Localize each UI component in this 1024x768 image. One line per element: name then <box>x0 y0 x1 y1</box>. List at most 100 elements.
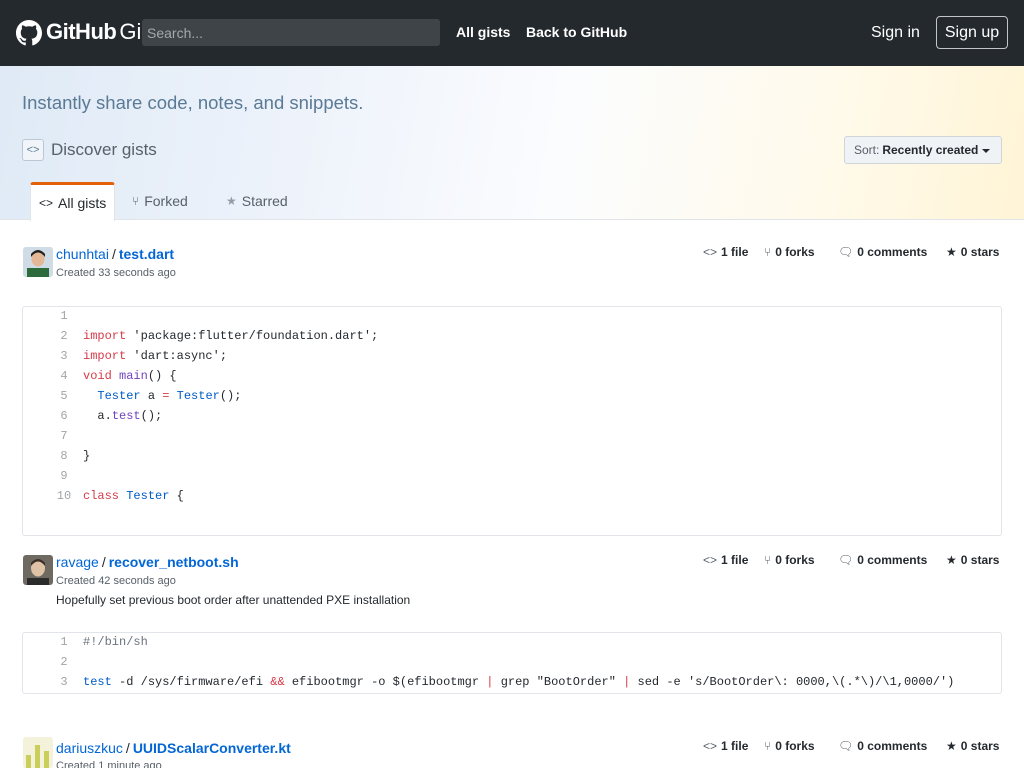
gist-created-time: Created 42 seconds ago <box>56 575 176 587</box>
code-line: a.test(); <box>83 409 163 423</box>
logo-github-text: GitHub <box>46 19 117 44</box>
octocat-icon <box>16 20 42 46</box>
comment-icon: 🗨 <box>838 553 854 567</box>
code-line: } <box>83 449 91 463</box>
files-count: 1 file <box>721 739 749 753</box>
comments-count: 0 comments <box>857 739 928 753</box>
files-count-link[interactable]: <> 1 file <box>703 245 748 259</box>
tagline: Instantly share code, notes, and snippet… <box>22 92 364 113</box>
stars-count: 0 stars <box>960 553 1000 567</box>
line-number: 6 <box>60 409 68 423</box>
fork-icon: ⑂ <box>764 739 772 753</box>
stars-count: 0 stars <box>960 739 1000 753</box>
comment-icon: 🗨 <box>838 739 854 753</box>
code-line: void main() { <box>83 369 177 383</box>
tab-starred[interactable]: ★ Starred <box>218 182 296 220</box>
star-icon: ★ <box>946 245 957 259</box>
gist-title[interactable]: dariuszkuc / UUIDScalarConverter.kt <box>56 740 291 756</box>
comments-count-link[interactable]: 🗨 0 comments <box>838 553 927 567</box>
line-number: 2 <box>60 655 68 669</box>
sort-value: Recently created <box>882 143 979 157</box>
code-preview[interactable]: 1 2 import 'package:flutter/foundation.d… <box>22 306 1002 536</box>
separator: / <box>111 246 116 262</box>
gist-created-time: Created 33 seconds ago <box>56 267 176 279</box>
stars-count-link[interactable]: ★ 0 stars <box>946 739 999 753</box>
code-line: test -d /sys/firmware/efi && efibootmgr … <box>83 675 955 689</box>
line-number: 1 <box>60 635 68 649</box>
code-line: #!/bin/sh <box>83 635 148 649</box>
files-count: 1 file <box>721 245 749 259</box>
gist-filename-link[interactable]: recover_netboot.sh <box>109 554 239 570</box>
line-number: 2 <box>60 329 68 343</box>
github-gist-logo[interactable]: GitHub Gist <box>16 19 158 47</box>
code-icon: <> <box>39 196 54 210</box>
line-number: 9 <box>60 469 68 483</box>
gist-filename-link[interactable]: UUIDScalarConverter.kt <box>133 740 291 756</box>
avatar[interactable] <box>23 737 53 768</box>
gist-owner-link[interactable]: dariuszkuc <box>56 740 123 756</box>
tab-label: All gists <box>58 195 107 211</box>
tab-label: Forked <box>144 193 188 209</box>
fork-icon: ⑂ <box>132 194 140 208</box>
stars-count: 0 stars <box>960 245 1000 259</box>
code-line: import 'dart:async'; <box>83 349 228 363</box>
sort-dropdown[interactable]: Sort: Recently created <box>844 136 1002 164</box>
line-number: 8 <box>60 449 68 463</box>
fork-icon: ⑂ <box>764 245 772 259</box>
sign-in-link[interactable]: Sign in <box>871 24 920 42</box>
comments-count: 0 comments <box>857 245 928 259</box>
forks-count: 0 forks <box>775 553 815 567</box>
avatar[interactable] <box>23 555 53 585</box>
code-icon: <> <box>703 245 718 259</box>
line-number: 3 <box>60 675 68 689</box>
line-number: 5 <box>60 389 68 403</box>
tab-all-gists[interactable]: <> All gists <box>30 182 116 221</box>
code-preview[interactable]: 1 #!/bin/sh 2 3 test -d /sys/firmware/ef… <box>22 632 1002 694</box>
code-icon: <> <box>703 553 718 567</box>
code-line: class Tester { <box>83 489 184 503</box>
sign-up-button[interactable]: Sign up <box>936 16 1008 49</box>
sort-label: Sort: <box>854 143 880 157</box>
avatar[interactable] <box>23 247 53 277</box>
comments-count-link[interactable]: 🗨 0 comments <box>838 739 927 753</box>
stars-count-link[interactable]: ★ 0 stars <box>946 245 999 259</box>
discover-label: Discover gists <box>51 140 157 159</box>
forks-count-link[interactable]: ⑂ 0 forks <box>764 739 815 753</box>
gist-filename-link[interactable]: test.dart <box>119 246 174 262</box>
gist-title[interactable]: ravage / recover_netboot.sh <box>56 554 239 570</box>
forks-count-link[interactable]: ⑂ 0 forks <box>764 553 815 567</box>
gist-created-time: Created 1 minute ago <box>56 760 162 768</box>
avatar-person-icon <box>23 555 53 585</box>
separator: / <box>125 740 130 756</box>
line-number: 1 <box>60 309 68 323</box>
forks-count-link[interactable]: ⑂ 0 forks <box>764 245 815 259</box>
all-gists-link[interactable]: All gists <box>456 24 510 40</box>
fork-icon: ⑂ <box>764 553 772 567</box>
forks-count: 0 forks <box>775 245 815 259</box>
back-to-github-link[interactable]: Back to GitHub <box>526 24 627 40</box>
tab-forked[interactable]: ⑂ Forked <box>124 182 196 220</box>
comment-icon: 🗨 <box>838 245 854 259</box>
gist-description: Hopefully set previous boot order after … <box>56 593 411 607</box>
star-icon: ★ <box>946 553 957 567</box>
comments-count-link[interactable]: 🗨 0 comments <box>838 245 927 259</box>
files-count-link[interactable]: <> 1 file <box>703 553 748 567</box>
code-icon: <> <box>703 739 718 753</box>
gist-owner-link[interactable]: chunhtai <box>56 246 109 262</box>
gist-title[interactable]: chunhtai / test.dart <box>56 246 174 262</box>
avatar-person-icon <box>23 247 53 277</box>
gist-owner-link[interactable]: ravage <box>56 554 99 570</box>
code-line: Tester a = Tester(); <box>97 389 242 403</box>
comments-count: 0 comments <box>857 553 928 567</box>
forks-count: 0 forks <box>775 739 815 753</box>
discover-gists-link[interactable]: <> Discover gists <box>22 139 157 161</box>
files-count: 1 file <box>721 553 749 567</box>
star-icon: ★ <box>226 194 237 208</box>
caret-down-icon <box>982 149 991 153</box>
code-square-icon: <> <box>22 139 44 161</box>
line-number: 10 <box>56 489 72 503</box>
stars-count-link[interactable]: ★ 0 stars <box>946 553 999 567</box>
search-input[interactable] <box>142 19 440 46</box>
code-line: import 'package:flutter/foundation.dart'… <box>83 329 379 343</box>
files-count-link[interactable]: <> 1 file <box>703 739 748 753</box>
